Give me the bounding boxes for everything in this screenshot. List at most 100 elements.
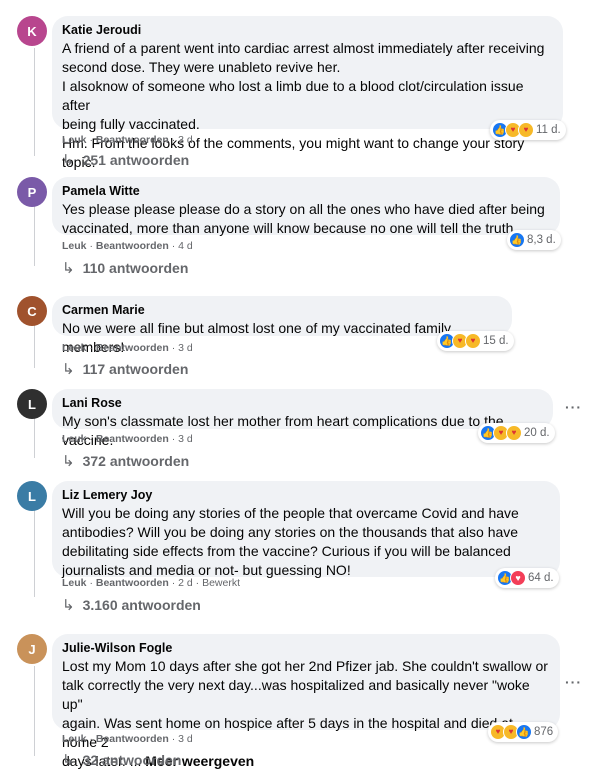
replies-count: 32 antwoorden	[82, 752, 182, 768]
reply-link[interactable]: Beantwoorden	[96, 433, 169, 445]
reaction-summary[interactable]: 👍 ♥ ♥ 15 d.	[437, 331, 514, 351]
comment-item: P Pamela Witte Yes please please please …	[0, 177, 599, 287]
like-link[interactable]: Leuk	[62, 733, 87, 745]
avatar-initial: L	[28, 488, 36, 504]
separator: ·	[195, 577, 200, 589]
comment-author[interactable]: Julie-Wilson Fogle	[62, 640, 550, 657]
reaction-summary[interactable]: 👍 8,3 d.	[507, 230, 561, 250]
comment-actions: Leuk · Beantwoorden · 3 d	[62, 733, 193, 745]
avatar[interactable]: L	[17, 389, 47, 419]
comment-item: K Katie Jeroudi A friend of a parent wen…	[0, 16, 599, 170]
comment-line: Yes please please please do a story on a…	[62, 201, 545, 217]
reaction-summary[interactable]: 👍 ♥ 64 d.	[495, 568, 559, 588]
comment-author[interactable]: Katie Jeroudi	[62, 22, 553, 39]
reply-arrow-icon: ↳	[62, 260, 75, 277]
comment-actions: Leuk · Beantwoorden · 3 d	[62, 342, 193, 354]
like-link[interactable]: Leuk	[62, 134, 87, 146]
comment-author[interactable]: Lani Rose	[62, 395, 543, 412]
comment-author[interactable]: Carmen Marie	[62, 302, 502, 319]
separator: ·	[89, 577, 93, 589]
comment-bubble: Pamela Witte Yes please please please do…	[52, 177, 560, 236]
avatar[interactable]: K	[17, 16, 47, 46]
reply-link[interactable]: Beantwoorden	[96, 134, 169, 146]
comment-author[interactable]: Liz Lemery Joy	[62, 487, 550, 504]
avatar-initial: L	[28, 396, 36, 412]
comment-item: L Liz Lemery Joy Will you be doing any s…	[0, 481, 599, 616]
comment-actions: Leuk · Beantwoorden · 3 d	[62, 134, 193, 146]
replies-count: 251 antwoorden	[82, 152, 190, 168]
comment-time[interactable]: 3 d	[178, 342, 193, 354]
comment-line: Lost my Mom 10 days after she got her 2n…	[62, 658, 548, 674]
separator: ·	[89, 342, 93, 354]
like-link[interactable]: Leuk	[62, 433, 87, 445]
reaction-summary[interactable]: ♥ ♥ 👍 876	[488, 722, 559, 742]
love-icon: ♥	[510, 570, 526, 586]
comment-author[interactable]: Pamela Witte	[62, 183, 550, 200]
avatar[interactable]: C	[17, 296, 47, 326]
comment-bubble: Liz Lemery Joy Will you be doing any sto…	[52, 481, 560, 578]
reply-arrow-icon: ↳	[62, 453, 75, 470]
avatar-initial: P	[27, 184, 37, 200]
separator: ·	[171, 240, 176, 252]
like-link[interactable]: Leuk	[62, 577, 87, 589]
care-icon: ♥	[518, 122, 534, 138]
separator: ·	[171, 134, 176, 146]
separator: ·	[171, 342, 176, 354]
view-replies-button[interactable]: ↳ 110 antwoorden	[62, 259, 188, 277]
separator: ·	[89, 433, 93, 445]
reply-link[interactable]: Beantwoorden	[96, 577, 169, 589]
reaction-count: 20 d.	[524, 427, 550, 439]
reaction-count: 876	[534, 726, 554, 738]
comment-time[interactable]: 3 d	[178, 733, 193, 745]
comment-time[interactable]: 2 d	[178, 577, 193, 589]
care-icon: ♥	[465, 333, 481, 349]
comment-item: J Julie-Wilson Fogle Lost my Mom 10 days…	[0, 634, 599, 778]
reply-arrow-icon: ↳	[62, 752, 75, 769]
view-replies-button[interactable]: ↳ 32 antwoorden	[62, 751, 181, 769]
more-options-icon[interactable]: ···	[565, 674, 582, 690]
comment-line: A friend of a parent went into cardiac a…	[62, 40, 545, 56]
comment-actions: Leuk · Beantwoorden · 4 d	[62, 240, 193, 252]
comment-bubble: Lani Rose My son's classmate lost her mo…	[52, 389, 553, 448]
replies-count: 110 antwoorden	[82, 260, 189, 276]
like-icon: 👍	[509, 232, 525, 248]
comment-item: L Lani Rose My son's classmate lost her …	[0, 389, 599, 479]
comment-time[interactable]: 3 d	[178, 134, 193, 146]
comment-line: Will you be doing any stories of the peo…	[62, 505, 519, 521]
comment-actions: Leuk · Beantwoorden · 3 d	[62, 433, 193, 445]
comment-item: C Carmen Marie No we were all fine but a…	[0, 296, 599, 386]
avatar-initial: C	[27, 303, 37, 319]
comment-line: second dose. They were unableto revive h…	[62, 59, 341, 75]
view-replies-button[interactable]: ↳ 372 antwoorden	[62, 452, 189, 470]
reaction-summary[interactable]: 👍 ♥ ♥ 11 d.	[490, 120, 566, 140]
avatar[interactable]: L	[17, 481, 47, 511]
reply-link[interactable]: Beantwoorden	[96, 733, 169, 745]
comment-bubble: Julie-Wilson Fogle Lost my Mom 10 days a…	[52, 634, 560, 769]
comment-bubble: Katie Jeroudi A friend of a parent went …	[52, 16, 563, 170]
avatar[interactable]: J	[17, 634, 47, 664]
comment-time[interactable]: 3 d	[178, 433, 193, 445]
comment-line: debilitating side effects from the vacci…	[62, 543, 511, 559]
separator: ·	[171, 433, 176, 445]
more-options-icon[interactable]: ···	[565, 399, 582, 415]
separator: ·	[89, 240, 93, 252]
comment-time[interactable]: 4 d	[178, 240, 193, 252]
like-link[interactable]: Leuk	[62, 342, 87, 354]
comment-line: antibodies? Will you be doing any storie…	[62, 524, 519, 540]
view-replies-button[interactable]: ↳ 3.160 antwoorden	[62, 596, 201, 614]
reply-arrow-icon: ↳	[62, 597, 75, 614]
avatar-initial: J	[28, 641, 36, 657]
view-replies-button[interactable]: ↳ 117 antwoorden	[62, 360, 188, 378]
avatar[interactable]: P	[17, 177, 47, 207]
reply-link[interactable]: Beantwoorden	[96, 342, 169, 354]
comment-line: talk correctly the very next day...was h…	[62, 677, 530, 712]
like-icon: 👍	[516, 724, 532, 740]
reaction-summary[interactable]: 👍 ♥ ♥ 20 d.	[478, 423, 555, 443]
replies-count: 3.160 antwoorden	[82, 597, 201, 613]
comment-bubble: Carmen Marie No we were all fine but alm…	[52, 296, 512, 355]
reply-link[interactable]: Beantwoorden	[96, 240, 169, 252]
view-replies-button[interactable]: ↳ 251 antwoorden	[62, 151, 189, 169]
replies-count: 372 antwoorden	[82, 453, 190, 469]
separator: ·	[171, 733, 176, 745]
like-link[interactable]: Leuk	[62, 240, 87, 252]
